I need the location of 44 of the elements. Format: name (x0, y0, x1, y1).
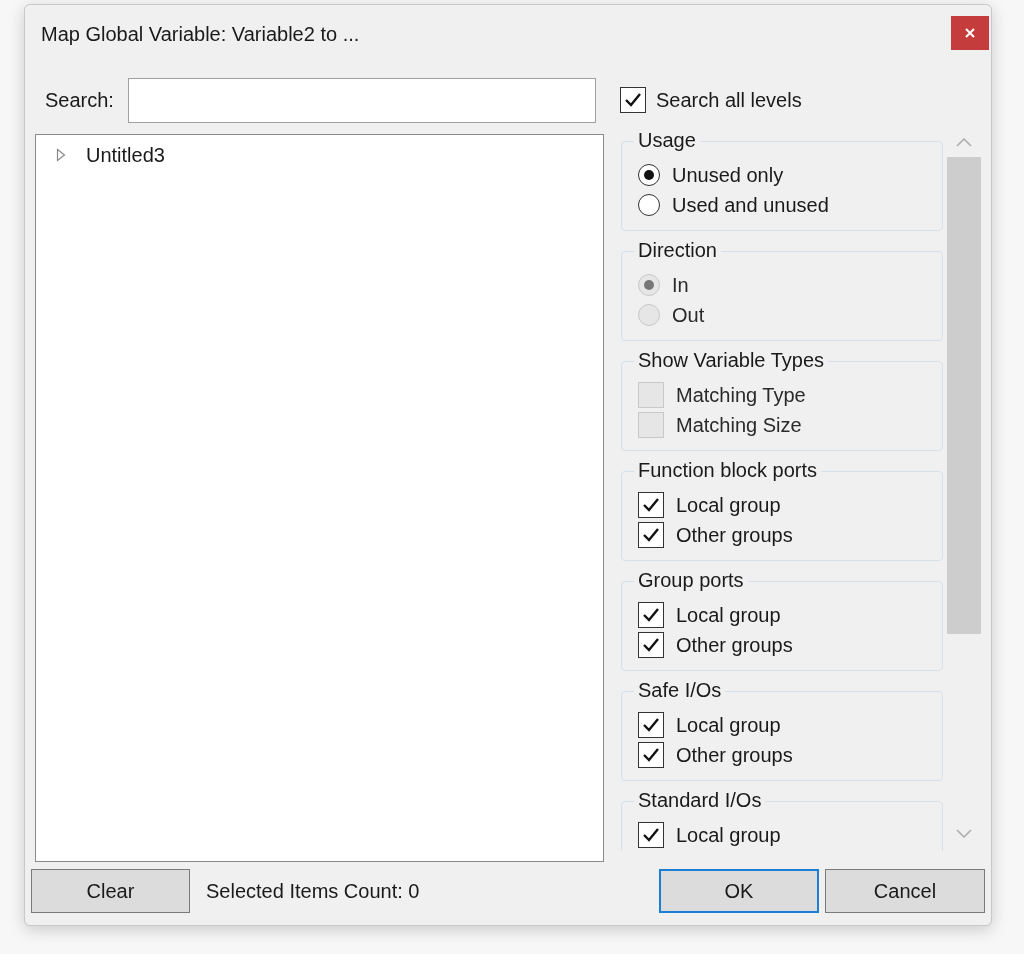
search-label: Search: (45, 88, 114, 114)
search-field[interactable] (127, 77, 596, 123)
checkmark-icon (642, 637, 660, 654)
option-label: Local group (676, 493, 781, 519)
scrollbar-thumb[interactable] (947, 157, 981, 635)
checkbox[interactable] (638, 632, 664, 659)
option-label: Other groups (676, 633, 793, 659)
checkmark-icon (642, 747, 660, 764)
checkbox[interactable] (620, 87, 646, 114)
status-text: Selected Items Count: 0 (206, 878, 420, 904)
option-label: Local group (676, 713, 781, 739)
option-label: Local group (676, 603, 781, 629)
clear-button[interactable]: Clear (31, 868, 190, 913)
option-label: Other groups (676, 743, 793, 769)
tree-item[interactable]: Untitled3 (86, 140, 165, 171)
checkbox[interactable] (638, 492, 664, 519)
checkbox[interactable] (638, 742, 664, 769)
option-label: Matching Type (676, 383, 806, 409)
checkbox-label: Search all levels (656, 88, 802, 114)
checkmark-icon (642, 717, 660, 734)
option-label: Used and unused (672, 193, 829, 219)
radio-button[interactable] (638, 164, 660, 187)
option-label: Unused only (672, 163, 784, 189)
option-label: Out (672, 303, 705, 329)
expand-arrow-icon[interactable] (56, 148, 66, 163)
checkbox[interactable] (638, 522, 664, 549)
checkmark-icon (642, 607, 660, 624)
option-label: Local group (676, 823, 781, 849)
checkbox[interactable] (638, 712, 664, 739)
checkbox[interactable] (638, 822, 664, 849)
option-label: Matching Size (676, 413, 802, 439)
checkmark-icon (642, 497, 660, 514)
cancel-button[interactable]: Cancel (825, 868, 985, 913)
checkmark-icon (642, 827, 660, 844)
close-button[interactable] (951, 16, 989, 51)
ok-button[interactable]: OK (659, 868, 819, 913)
radio-button[interactable] (638, 194, 660, 217)
checkmark-icon (624, 92, 642, 109)
window-title: Map Global Variable: Variable2 to ... (41, 22, 360, 48)
checkmark-icon (642, 527, 660, 544)
option-label: In (672, 273, 689, 299)
close-icon (964, 27, 976, 40)
checkbox[interactable] (638, 602, 664, 629)
option-label: Other groups (676, 523, 793, 549)
